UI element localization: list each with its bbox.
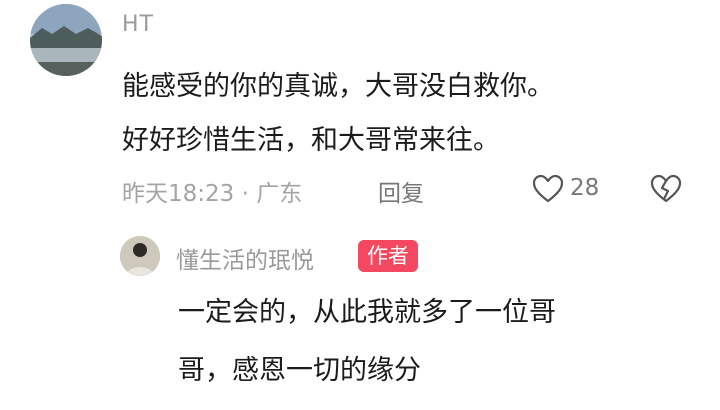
reply-text-line: 哥，感恩一切的缘分 (178, 355, 421, 386)
author-badge: 作者 (358, 240, 418, 272)
like-count: 28 (570, 175, 600, 201)
reply-text-line: 一定会的，从此我就多了一位哥 (178, 297, 556, 328)
avatar[interactable] (30, 4, 102, 76)
comment-username[interactable]: HT (122, 12, 154, 37)
avatar[interactable] (120, 236, 160, 276)
reply-username[interactable]: 懂生活的珉悦 (176, 241, 314, 275)
comment-time-location: 昨天18:23 · 广东 (122, 181, 303, 207)
comment-text-line: 能感受的你的真诚，大哥没白救你。 (122, 71, 554, 102)
dislike-icon[interactable] (650, 174, 682, 204)
like-icon[interactable] (532, 174, 564, 204)
reply-button[interactable]: 回复 (378, 174, 424, 208)
comment-text-line: 好好珍惜生活，和大哥常来往。 (122, 125, 500, 156)
person-avatar-image (120, 236, 160, 276)
landscape-avatar-image (30, 4, 102, 76)
